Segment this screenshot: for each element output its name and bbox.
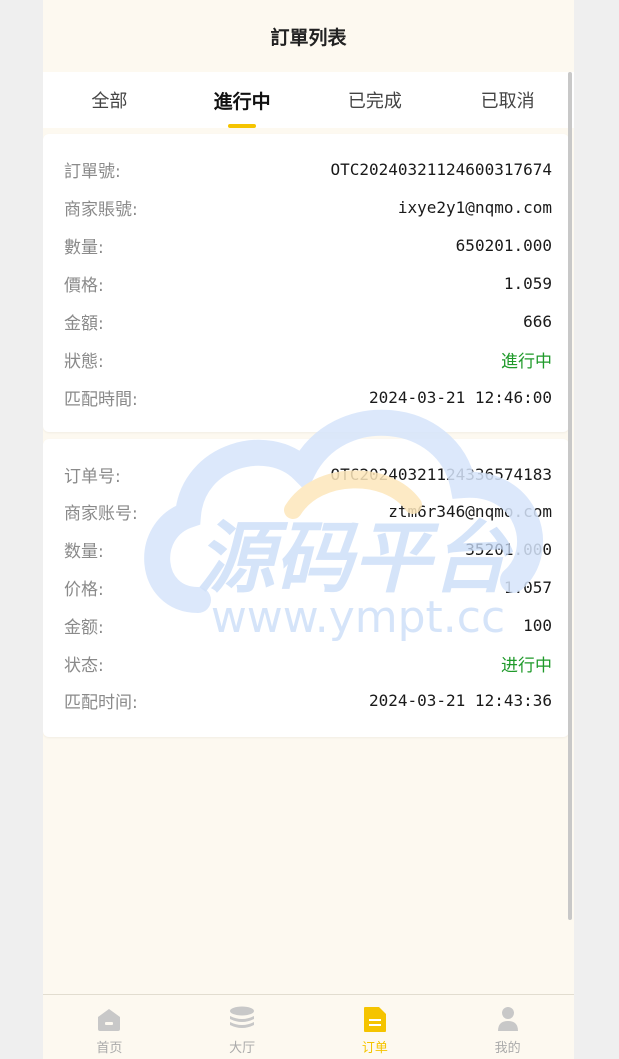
order-number-row: 订单号: OTC20240321124336574183 <box>64 455 552 493</box>
home-icon <box>98 1009 121 1031</box>
tab-in-progress[interactable]: 進行中 <box>176 72 309 128</box>
status-label: 狀態: <box>64 351 104 372</box>
merchant-account-value: ixye2y1@nqmo.com <box>397 197 552 217</box>
price-label: 價格: <box>64 275 104 296</box>
amount-value: 666 <box>523 311 552 331</box>
match-time-label: 匹配时间: <box>64 692 138 713</box>
status-badge: 進行中 <box>501 351 552 372</box>
quantity-row: 數量: 650201.000 <box>64 226 552 264</box>
tab-label: 全部 <box>91 91 128 112</box>
tab-label: 進行中 <box>213 90 271 113</box>
bottom-tab-bar: 首页 大厅 订单 我的 <box>43 994 574 1059</box>
amount-label: 金額: <box>64 313 104 334</box>
tab-label: 已完成 <box>347 91 402 112</box>
match-time-row: 匹配时间: 2024-03-21 12:43:36 <box>64 681 552 719</box>
merchant-account-value: ztm6r346@nqmo.com <box>388 501 552 521</box>
tab-all[interactable]: 全部 <box>43 72 176 128</box>
order-tabs: 全部 進行中 已完成 已取消 <box>43 72 574 128</box>
quantity-label: 數量: <box>64 237 104 258</box>
tabbar-label: 订单 <box>361 1041 388 1056</box>
merchant-account-row: 商家賬號: ixye2y1@nqmo.com <box>64 188 552 226</box>
order-number-value: OTC20240321124600317674 <box>330 159 552 179</box>
amount-row: 金额: 100 <box>64 606 552 644</box>
tabbar-profile[interactable]: 我的 <box>441 995 574 1059</box>
price-row: 价格: 1.057 <box>64 568 552 606</box>
price-value: 1.059 <box>503 273 552 293</box>
tabbar-label: 大厅 <box>229 1041 256 1056</box>
merchant-account-label: 商家賬號: <box>64 199 138 220</box>
amount-label: 金额: <box>64 617 104 638</box>
quantity-label: 数量: <box>64 541 104 562</box>
price-value: 1.057 <box>503 577 552 597</box>
status-badge: 进行中 <box>501 655 552 676</box>
match-time-value: 2024-03-21 12:46:00 <box>368 387 552 407</box>
tabbar-label: 首页 <box>96 1041 123 1056</box>
coins-icon <box>230 1006 255 1028</box>
status-label: 状态: <box>64 655 104 676</box>
match-time-row: 匹配時間: 2024-03-21 12:46:00 <box>64 378 552 416</box>
tabbar-home[interactable]: 首页 <box>43 995 176 1059</box>
order-number-row: 訂單號: OTC20240321124600317674 <box>64 150 552 188</box>
tabbar-orders[interactable]: 订单 <box>309 995 442 1059</box>
quantity-value: 650201.000 <box>455 235 552 255</box>
order-card[interactable]: 訂單號: OTC20240321124600317674 商家賬號: ixye2… <box>43 134 569 432</box>
tab-label: 已取消 <box>480 91 535 112</box>
scrollbar[interactable] <box>568 72 572 920</box>
match-time-label: 匹配時間: <box>64 389 138 410</box>
app-screen: 訂單列表 全部 進行中 已完成 已取消 訂單號: OTC202403211246… <box>43 0 574 1059</box>
amount-row: 金額: 666 <box>64 302 552 340</box>
user-icon <box>497 1007 518 1031</box>
order-number-label: 訂單號: <box>64 161 121 182</box>
status-row: 状态: 进行中 <box>64 644 552 682</box>
page-title: 訂單列表 <box>270 26 347 49</box>
tab-indicator <box>228 124 257 128</box>
quantity-row: 数量: 35201.000 <box>64 530 552 568</box>
tab-completed[interactable]: 已完成 <box>309 72 442 128</box>
status-row: 狀態: 進行中 <box>64 340 552 378</box>
document-icon <box>363 1007 386 1032</box>
tabbar-label: 我的 <box>494 1041 521 1056</box>
tab-cancelled[interactable]: 已取消 <box>441 72 574 128</box>
order-number-label: 订单号: <box>64 466 121 487</box>
match-time-value: 2024-03-21 12:43:36 <box>368 690 552 710</box>
price-row: 價格: 1.059 <box>64 264 552 302</box>
order-number-value: OTC20240321124336574183 <box>330 464 552 484</box>
order-card[interactable]: 订单号: OTC20240321124336574183 商家账号: ztm6r… <box>43 439 569 737</box>
amount-value: 100 <box>523 615 552 635</box>
quantity-value: 35201.000 <box>465 539 552 559</box>
merchant-account-label: 商家账号: <box>64 503 138 524</box>
price-label: 价格: <box>64 579 104 600</box>
merchant-account-row: 商家账号: ztm6r346@nqmo.com <box>64 492 552 530</box>
tabbar-hall[interactable]: 大厅 <box>176 995 309 1059</box>
